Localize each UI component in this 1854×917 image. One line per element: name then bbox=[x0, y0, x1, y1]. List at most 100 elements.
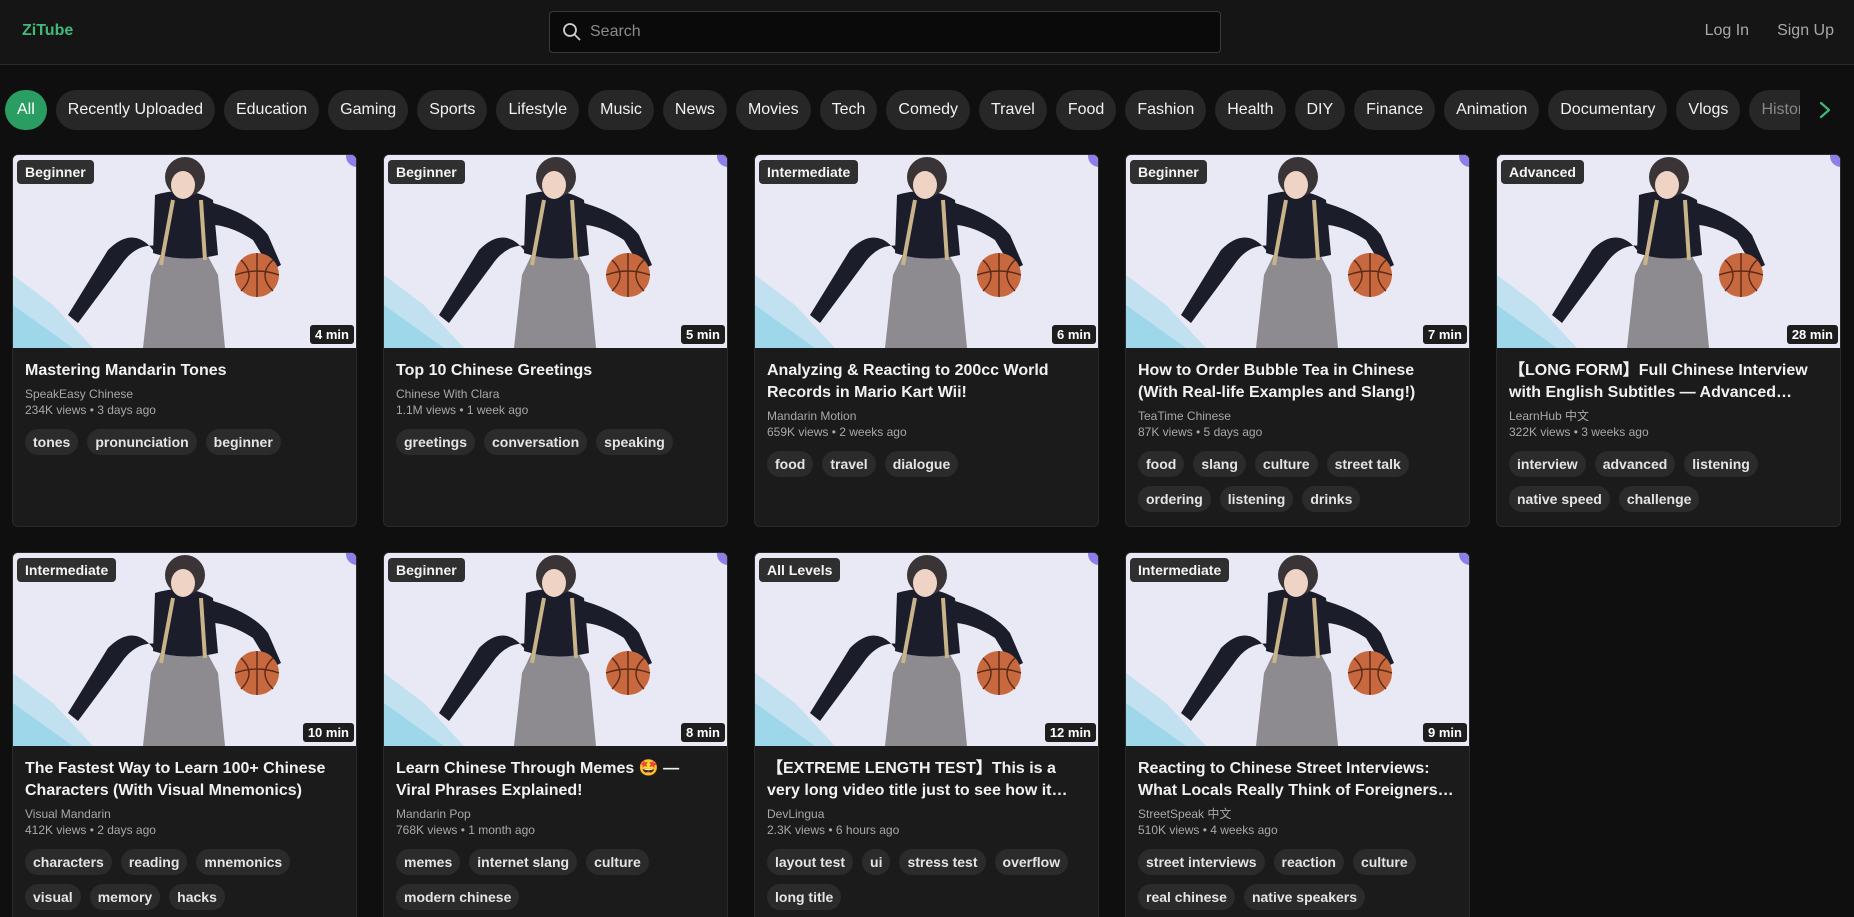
video-title[interactable]: Analyzing & Reacting to 200cc World Reco… bbox=[767, 360, 1086, 404]
tag-chip[interactable]: drinks bbox=[1302, 486, 1361, 512]
chip-comedy[interactable]: Comedy bbox=[886, 90, 970, 130]
video-title[interactable]: Reacting to Chinese Street Interviews: W… bbox=[1138, 758, 1457, 802]
video-card[interactable]: Beginner 7 min How to Order Bubble Tea i… bbox=[1125, 154, 1470, 527]
video-card[interactable]: Intermediate 10 min The Fastest Way to L… bbox=[12, 552, 357, 917]
video-title[interactable]: 【LONG FORM】Full Chinese Interview with E… bbox=[1509, 360, 1828, 404]
site-logo[interactable]: ZiTube bbox=[22, 22, 73, 40]
search-input[interactable] bbox=[590, 12, 1210, 52]
chip-sports[interactable]: Sports bbox=[417, 90, 488, 130]
tag-chip[interactable]: native speakers bbox=[1243, 884, 1366, 910]
video-thumbnail[interactable]: Beginner 8 min bbox=[384, 553, 727, 746]
video-thumbnail[interactable]: Intermediate 10 min bbox=[13, 553, 356, 746]
video-card[interactable]: All Levels 12 min 【EXTREME LENGTH TEST】T… bbox=[754, 552, 1099, 917]
chip-news[interactable]: News bbox=[662, 90, 727, 130]
tag-chip[interactable]: long title bbox=[767, 884, 842, 910]
chip-gaming[interactable]: Gaming bbox=[328, 90, 409, 130]
tag-chip[interactable]: visual bbox=[25, 884, 81, 910]
tag-chip[interactable]: internet slang bbox=[469, 849, 578, 875]
login-link[interactable]: Log In bbox=[1705, 22, 1749, 40]
tag-chip[interactable]: conversation bbox=[484, 429, 588, 455]
channel-name[interactable]: Visual Mandarin bbox=[25, 806, 344, 822]
video-card[interactable]: Beginner 5 min Top 10 Chinese Greetings … bbox=[383, 154, 728, 527]
chip-all[interactable]: All bbox=[5, 90, 47, 130]
tag-chip[interactable]: food bbox=[1138, 451, 1185, 477]
tag-chip[interactable]: travel bbox=[822, 451, 876, 477]
video-card[interactable]: Intermediate 6 min Analyzing & Reacting … bbox=[754, 154, 1099, 527]
tag-chip[interactable]: memory bbox=[89, 884, 161, 910]
tag-chip[interactable]: listening bbox=[1219, 486, 1294, 512]
video-thumbnail[interactable]: Advanced 28 min bbox=[1497, 155, 1840, 348]
video-title[interactable]: Top 10 Chinese Greetings bbox=[396, 360, 715, 382]
chip-movies[interactable]: Movies bbox=[735, 90, 811, 130]
chip-food[interactable]: Food bbox=[1055, 90, 1117, 130]
tag-chip[interactable]: culture bbox=[1254, 451, 1318, 477]
video-card[interactable]: Beginner 4 min Mastering Mandarin Tones … bbox=[12, 154, 357, 527]
tag-chip[interactable]: beginner bbox=[205, 429, 281, 455]
tag-chip[interactable]: stress test bbox=[899, 849, 986, 875]
tag-chip[interactable]: memes bbox=[396, 849, 461, 875]
channel-name[interactable]: DevLingua bbox=[767, 806, 1086, 822]
chip-health[interactable]: Health bbox=[1215, 90, 1286, 130]
video-title[interactable]: How to Order Bubble Tea in Chinese (With… bbox=[1138, 360, 1457, 404]
tag-chip[interactable]: reaction bbox=[1273, 849, 1344, 875]
tag-chip[interactable]: characters bbox=[25, 849, 112, 875]
tag-chip[interactable]: pronunciation bbox=[87, 429, 197, 455]
tag-chip[interactable]: ui bbox=[862, 849, 891, 875]
tag-chip[interactable]: listening bbox=[1684, 451, 1758, 477]
video-thumbnail[interactable]: Beginner 5 min bbox=[384, 155, 727, 348]
chip-tech[interactable]: Tech bbox=[819, 90, 878, 130]
video-thumbnail[interactable]: Intermediate 9 min bbox=[1126, 553, 1469, 746]
channel-name[interactable]: Mandarin Motion bbox=[767, 408, 1086, 424]
tag-chip[interactable]: challenge bbox=[1618, 486, 1700, 512]
channel-name[interactable]: Mandarin Pop bbox=[396, 806, 715, 822]
tag-chip[interactable]: reading bbox=[120, 849, 188, 875]
video-title[interactable]: Learn Chinese Through Memes 🤩 — Viral Ph… bbox=[396, 758, 715, 802]
chip-animation[interactable]: Animation bbox=[1444, 90, 1540, 130]
video-card[interactable]: Advanced 28 min 【LONG FORM】Full Chinese … bbox=[1496, 154, 1841, 527]
video-thumbnail[interactable]: All Levels 12 min bbox=[755, 553, 1098, 746]
tag-chip[interactable]: modern chinese bbox=[396, 884, 520, 910]
chip-lifestyle[interactable]: Lifestyle bbox=[496, 90, 580, 130]
video-title[interactable]: The Fastest Way to Learn 100+ Chinese Ch… bbox=[25, 758, 344, 802]
chip-finance[interactable]: Finance bbox=[1354, 90, 1436, 130]
chip-fashion[interactable]: Fashion bbox=[1125, 90, 1207, 130]
channel-name[interactable]: TeaTime Chinese bbox=[1138, 408, 1457, 424]
video-title[interactable]: Mastering Mandarin Tones bbox=[25, 360, 344, 382]
channel-name[interactable]: StreetSpeak 中文 bbox=[1138, 806, 1457, 822]
channel-name[interactable]: SpeakEasy Chinese bbox=[25, 386, 344, 402]
tag-chip[interactable]: street interviews bbox=[1138, 849, 1265, 875]
tag-chip[interactable]: street talk bbox=[1326, 451, 1409, 477]
channel-name[interactable]: LearnHub 中文 bbox=[1509, 408, 1828, 424]
signup-link[interactable]: Sign Up bbox=[1777, 22, 1834, 40]
video-thumbnail[interactable]: Beginner 7 min bbox=[1126, 155, 1469, 348]
video-title[interactable]: 【EXTREME LENGTH TEST】This is a very long… bbox=[767, 758, 1086, 802]
tag-chip[interactable]: advanced bbox=[1594, 451, 1676, 477]
tag-chip[interactable]: mnemonics bbox=[196, 849, 291, 875]
tag-chip[interactable]: native speed bbox=[1509, 486, 1610, 512]
tag-chip[interactable]: interview bbox=[1509, 451, 1586, 477]
tag-chip[interactable]: food bbox=[767, 451, 814, 477]
tag-chip[interactable]: ordering bbox=[1138, 486, 1211, 512]
chip-vlogs[interactable]: Vlogs bbox=[1676, 90, 1741, 130]
video-thumbnail[interactable]: Intermediate 6 min bbox=[755, 155, 1098, 348]
chip-education[interactable]: Education bbox=[223, 90, 320, 130]
tag-chip[interactable]: greetings bbox=[396, 429, 476, 455]
chip-recently-uploaded[interactable]: Recently Uploaded bbox=[55, 90, 215, 130]
search-bar[interactable] bbox=[549, 11, 1221, 53]
chip-history[interactable]: History bbox=[1749, 90, 1800, 130]
chip-music[interactable]: Music bbox=[588, 90, 654, 130]
video-thumbnail[interactable]: Beginner 4 min bbox=[13, 155, 356, 348]
tag-chip[interactable]: slang bbox=[1193, 451, 1246, 477]
channel-name[interactable]: Chinese With Clara bbox=[396, 386, 715, 402]
tag-chip[interactable]: culture bbox=[1352, 849, 1416, 875]
chip-diy[interactable]: DIY bbox=[1294, 90, 1346, 130]
tag-chip[interactable]: dialogue bbox=[884, 451, 959, 477]
chip-documentary[interactable]: Documentary bbox=[1548, 90, 1668, 130]
video-card[interactable]: Intermediate 9 min Reacting to Chinese S… bbox=[1125, 552, 1470, 917]
video-card[interactable]: Beginner 8 min Learn Chinese Through Mem… bbox=[383, 552, 728, 917]
chevron-right-icon[interactable] bbox=[1812, 98, 1838, 122]
tag-chip[interactable]: culture bbox=[586, 849, 649, 875]
tag-chip[interactable]: real chinese bbox=[1138, 884, 1235, 910]
tag-chip[interactable]: overflow bbox=[994, 849, 1069, 875]
tag-chip[interactable]: tones bbox=[25, 429, 79, 455]
